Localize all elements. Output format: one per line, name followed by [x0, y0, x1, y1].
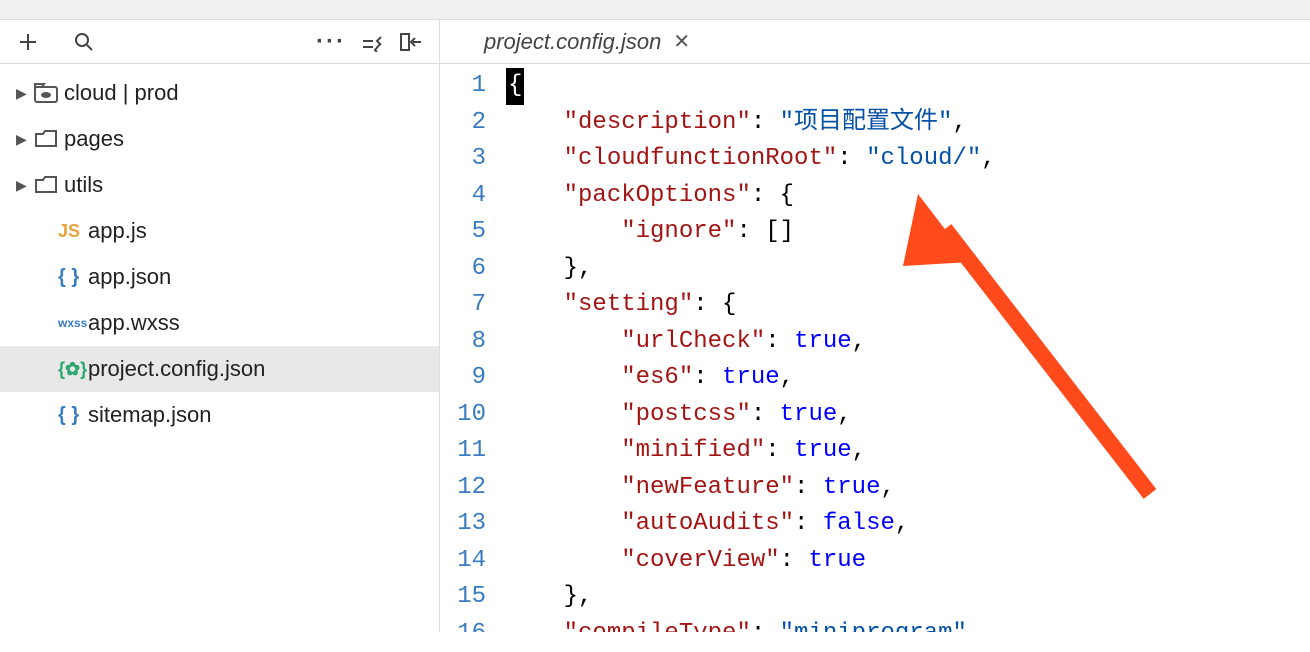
search-button[interactable] [64, 22, 104, 62]
collapse-icon [359, 32, 383, 52]
panel-toggle-button[interactable] [391, 22, 431, 62]
sidebar: ··· ▶cloud | prod▶pages▶utilsJSapp.js{ }… [0, 20, 440, 632]
tree-item-label: pages [64, 126, 124, 152]
panel-icon [399, 32, 423, 52]
tab-project-config[interactable]: project.config.json ✕ [476, 20, 698, 63]
file-icon [34, 174, 64, 196]
file-icon: JS [58, 221, 88, 242]
file-icon: { } [58, 266, 88, 289]
line-gutter: 12345678910111213141516 [440, 64, 506, 632]
tree-item-label: utils [64, 172, 103, 198]
close-icon[interactable]: ✕ [673, 29, 690, 54]
file-icon: {✿} [58, 359, 88, 380]
tree-item-utils[interactable]: ▶ utils [0, 162, 439, 208]
more-button[interactable]: ··· [311, 22, 351, 62]
tree-item-label: cloud | prod [64, 80, 179, 106]
tree-item-label: sitemap.json [88, 402, 212, 428]
tree-item-label: app.js [88, 218, 147, 244]
editor: project.config.json ✕ 123456789101112131… [440, 20, 1310, 632]
tree-item-app-js[interactable]: JSapp.js [0, 208, 439, 254]
tab-label: project.config.json [484, 29, 661, 55]
code-editor[interactable]: 12345678910111213141516 { "description":… [440, 64, 1310, 632]
tree-item-sitemap-json[interactable]: { }sitemap.json [0, 392, 439, 438]
tree-item-cloud-prod[interactable]: ▶ cloud | prod [0, 70, 439, 116]
file-icon [34, 128, 64, 150]
tree-item-label: project.config.json [88, 356, 265, 382]
file-tree[interactable]: ▶cloud | prod▶pages▶utilsJSapp.js{ }app.… [0, 64, 439, 632]
chevron-right-icon: ▶ [16, 85, 30, 102]
search-icon [73, 31, 95, 53]
new-file-button[interactable] [8, 22, 48, 62]
tab-bar: project.config.json ✕ [440, 20, 1310, 64]
file-icon: wxss [58, 316, 88, 330]
file-icon: { } [58, 404, 88, 427]
tree-item-project-config-json[interactable]: {✿}project.config.json [0, 346, 439, 392]
title-bar [0, 0, 1310, 20]
tree-item-label: app.wxss [88, 310, 180, 336]
tree-item-app-wxss[interactable]: wxssapp.wxss [0, 300, 439, 346]
code-content[interactable]: { "description": "项目配置文件", "cloudfunctio… [506, 64, 1310, 632]
tree-item-label: app.json [88, 264, 171, 290]
collapse-button[interactable] [351, 22, 391, 62]
chevron-right-icon: ▶ [16, 131, 30, 148]
tree-item-pages[interactable]: ▶ pages [0, 116, 439, 162]
chevron-right-icon: ▶ [16, 177, 30, 194]
tree-item-app-json[interactable]: { }app.json [0, 254, 439, 300]
more-icon: ··· [316, 28, 346, 56]
sidebar-toolbar: ··· [0, 20, 439, 64]
plus-icon [17, 31, 39, 53]
file-icon [34, 82, 64, 104]
